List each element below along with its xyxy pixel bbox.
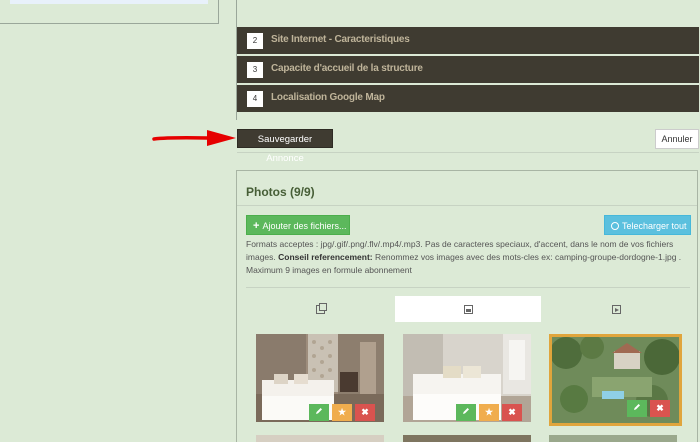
red-arrow-annotation xyxy=(152,130,236,146)
pencil-icon xyxy=(634,404,640,410)
accordion-website[interactable]: 2 Site Internet - Caracteristiques xyxy=(237,27,699,54)
add-files-label: Ajouter des fichiers... xyxy=(262,221,347,231)
star-icon: ★ xyxy=(484,407,494,417)
clock-icon xyxy=(611,222,619,230)
tab-all-media[interactable] xyxy=(247,296,393,322)
close-icon: ✖ xyxy=(508,407,516,417)
set-cover-button[interactable]: ★ xyxy=(332,404,352,421)
delete-photo-button[interactable]: ✖ xyxy=(650,400,670,417)
photo-thumbnail[interactable] xyxy=(403,435,531,442)
copy-icon xyxy=(315,303,327,315)
close-icon: ✖ xyxy=(656,403,664,413)
tab-videos[interactable] xyxy=(543,296,689,322)
image-icon xyxy=(463,305,473,315)
save-listing-button[interactable]: Sauvegarder Annonce xyxy=(237,129,333,164)
accordion-label: Site Internet - Caracteristiques xyxy=(271,34,410,45)
pencil-icon xyxy=(316,408,322,414)
add-files-button[interactable]: + Ajouter des fichiers... xyxy=(246,215,350,235)
divider xyxy=(237,205,697,206)
set-cover-button[interactable]: ★ xyxy=(479,404,499,421)
edit-photo-button[interactable] xyxy=(309,404,329,421)
delete-photo-button[interactable]: ✖ xyxy=(355,404,375,421)
accordion-label: Capacite d'accueil de la structure xyxy=(271,63,423,74)
download-all-label: Telecharger tout xyxy=(622,221,687,231)
cancel-button[interactable]: Annuler xyxy=(655,129,699,149)
tab-images[interactable] xyxy=(395,296,541,322)
accordion-number: 2 xyxy=(247,33,263,49)
photo-thumbnail[interactable] xyxy=(549,435,677,442)
close-icon: ✖ xyxy=(361,407,369,417)
accordion-number: 3 xyxy=(247,62,263,78)
accordion-number: 4 xyxy=(247,91,263,107)
upload-info-text: Formats acceptes : jpg/.gif/.png/.flv/.m… xyxy=(246,238,696,277)
edit-photo-button[interactable] xyxy=(456,404,476,421)
video-icon xyxy=(611,305,621,315)
edit-photo-button[interactable] xyxy=(627,400,647,417)
star-icon: ★ xyxy=(337,407,347,417)
left-sidebar-box xyxy=(0,0,219,24)
accordion-capacity[interactable]: 3 Capacite d'accueil de la structure xyxy=(237,56,699,83)
left-sidebar-header xyxy=(10,0,208,4)
divider xyxy=(246,287,690,288)
accordion-label: Localisation Google Map xyxy=(271,92,385,103)
plus-icon: + xyxy=(253,220,260,232)
delete-photo-button[interactable]: ✖ xyxy=(502,404,522,421)
section-divider xyxy=(237,152,699,153)
seo-tip-label: Conseil referencement: xyxy=(278,252,373,262)
photos-panel: Photos (9/9) + Ajouter des fichiers... Te… xyxy=(236,170,698,442)
photos-title: Photos (9/9) xyxy=(246,185,315,199)
photo-thumbnail[interactable] xyxy=(256,435,384,442)
download-all-button[interactable]: Telecharger tout xyxy=(604,215,691,235)
accordion-map[interactable]: 4 Localisation Google Map xyxy=(237,85,699,112)
pencil-icon xyxy=(463,408,469,414)
